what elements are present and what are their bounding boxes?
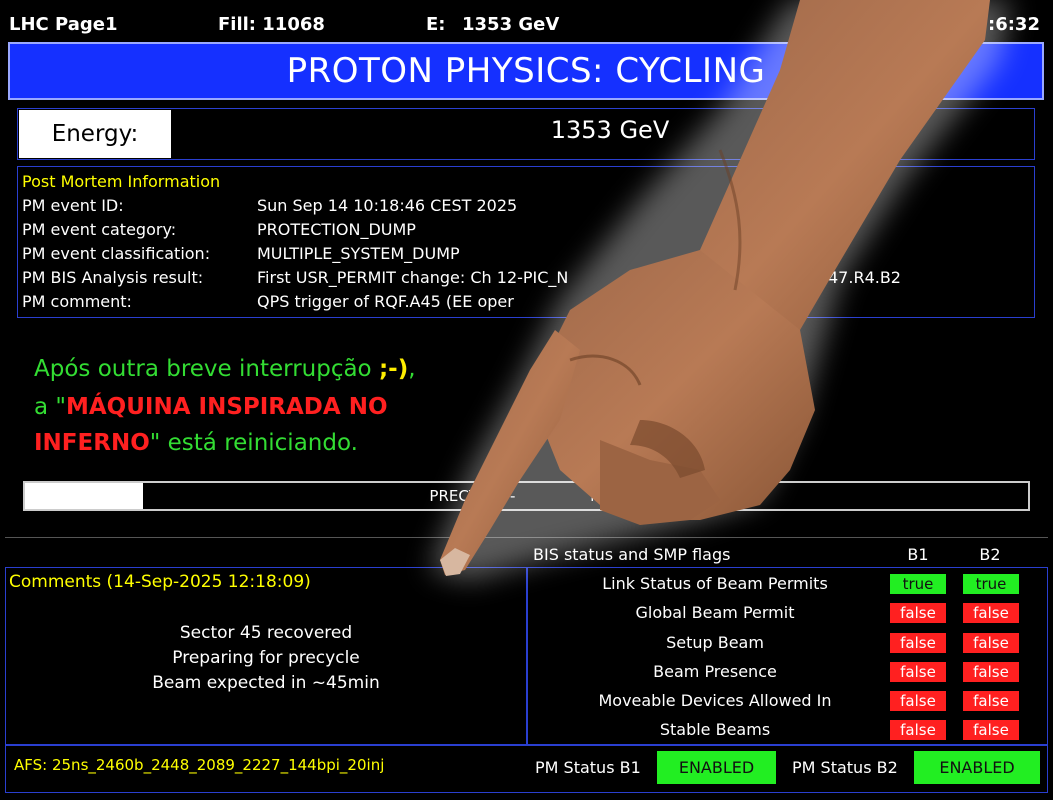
- pm-row-value-tail: 47.R4.B2: [828, 268, 901, 287]
- comments-title: Comments (14-Sep-2025 12:18:09): [9, 572, 311, 592]
- energy-label: Energy:: [19, 110, 171, 158]
- header-energy-value: 1353 GeV: [462, 14, 560, 35]
- header-time: :6:32: [988, 14, 1040, 35]
- pm-row-key: PM comment:: [22, 292, 132, 311]
- pm-status-b1-label: PM Status B1: [535, 758, 641, 777]
- flag-b2: false: [963, 720, 1019, 740]
- progress-text: PRECYCLE - n 57: [25, 483, 1028, 509]
- caption-text: ,: [408, 356, 416, 382]
- flag-b1: false: [890, 662, 946, 682]
- flag-b2: true: [963, 574, 1019, 594]
- flag-b1: false: [890, 720, 946, 740]
- pm-row-key: PM event category:: [22, 220, 177, 239]
- divider: [5, 537, 1048, 538]
- flag-b2: false: [963, 662, 1019, 682]
- bis-row-label: Global Beam Permit: [635, 603, 795, 622]
- header-energy-label: E:: [426, 14, 446, 35]
- column-b1: B1: [907, 545, 929, 564]
- column-b2: B2: [979, 545, 1001, 564]
- bis-row-label: Moveable Devices Allowed In: [598, 691, 832, 710]
- pm-row-value: QPS trigger of RQF.A45 (EE oper: [257, 292, 514, 311]
- pm-status-b1-value: ENABLED: [657, 751, 776, 784]
- bis-row-label: Stable Beams: [659, 720, 771, 739]
- pm-status-b2-label: PM Status B2: [792, 758, 898, 777]
- caption-line-1: Após outra breve interrupção ;-),: [34, 356, 416, 382]
- energy-value: 1353 GeV: [550, 116, 670, 144]
- pm-row-value: MULTIPLE_SYSTEM_DUMP: [257, 244, 460, 263]
- bis-row-label: Link Status of Beam Permits: [602, 574, 828, 593]
- comment-line: Sector 45 recovered: [179, 623, 353, 643]
- caption-line-2: a "MÁQUINA INSPIRADA NO: [34, 394, 388, 420]
- pm-row-value: Sun Sep 14 10:18:46 CEST 2025: [257, 196, 518, 215]
- flag-b1: false: [890, 603, 946, 623]
- post-mortem-title: Post Mortem Information: [22, 172, 221, 191]
- caption-emoticon: ;-): [378, 356, 409, 382]
- bis-title: BIS status and SMP flags: [533, 545, 731, 564]
- comment-line: Preparing for precycle: [172, 648, 360, 668]
- bis-row-label: Setup Beam: [666, 633, 764, 652]
- flag-b1: false: [890, 691, 946, 711]
- afs-filling-scheme: AFS: 25ns_2460b_2448_2089_2227_144bpi_20…: [14, 756, 385, 774]
- precycle-progress-bar: PRECYCLE - n 57: [23, 481, 1030, 511]
- pm-row-value: First USR_PERMIT change: Ch 12-PIC_N: [257, 268, 569, 287]
- pm-row-key: PM event classification:: [22, 244, 211, 263]
- pm-row-key: PM BIS Analysis result:: [22, 268, 204, 287]
- pm-status-b2-value: ENABLED: [914, 751, 1040, 784]
- flag-b2: false: [963, 633, 1019, 653]
- caption-text: " está reiniciando.: [149, 430, 358, 456]
- flag-b2: false: [963, 691, 1019, 711]
- page-name: LHC Page1: [9, 14, 118, 35]
- progress-label: PRECYCLE -: [429, 487, 521, 505]
- flag-b1: true: [890, 574, 946, 594]
- pm-row-key: PM event ID:: [22, 196, 124, 215]
- caption-emphasis: MÁQUINA INSPIRADA NO: [65, 394, 388, 420]
- caption-line-3: INFERNO" está reiniciando.: [34, 430, 358, 456]
- flag-b2: false: [963, 603, 1019, 623]
- comment-line: Beam expected in ~45min: [152, 673, 380, 693]
- flag-b1: false: [890, 633, 946, 653]
- progress-label-tail: n 57: [590, 487, 624, 505]
- bis-row-label: Beam Presence: [653, 662, 777, 681]
- caption-text: a ": [34, 394, 66, 420]
- caption-emphasis: INFERNO: [34, 430, 150, 456]
- beam-mode-banner: PROTON PHYSICS: CYCLING: [8, 42, 1044, 100]
- beam-mode-title: PROTON PHYSICS: CYCLING: [286, 51, 766, 91]
- caption-text: Após outra breve interrupção: [34, 356, 379, 382]
- fill-number: Fill: 11068: [218, 14, 325, 35]
- pm-row-value: PROTECTION_DUMP: [257, 220, 416, 239]
